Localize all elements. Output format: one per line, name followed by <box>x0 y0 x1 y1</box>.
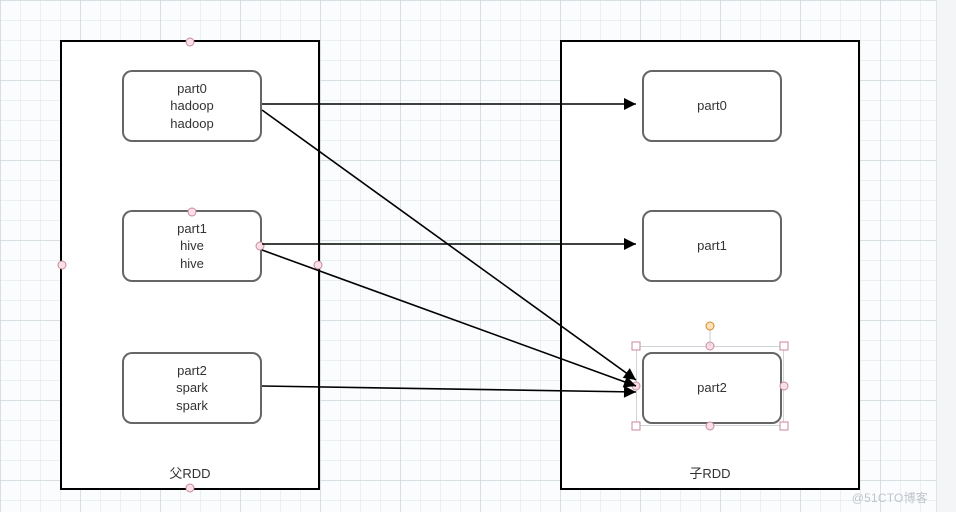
child-rdd-label: 子RDD <box>562 463 858 482</box>
partition-line: part1 <box>177 220 207 238</box>
parent-rdd-label: 父RDD <box>62 463 318 482</box>
partition-label: part2 <box>697 379 727 397</box>
resize-handle[interactable] <box>186 484 195 493</box>
partition-line: part0 <box>177 80 207 98</box>
child-partition-part1[interactable]: part1 <box>642 210 782 282</box>
page-gutter <box>936 0 956 512</box>
selection-handle[interactable] <box>632 382 641 391</box>
resize-handle[interactable] <box>188 208 197 217</box>
child-partition-part0[interactable]: part0 <box>642 70 782 142</box>
partition-label: part0 <box>697 97 727 115</box>
selection-handle[interactable] <box>706 422 715 431</box>
parent-rdd-container[interactable]: part0 hadoop hadoop part1 hive hive part… <box>60 40 320 490</box>
partition-line: hive <box>180 255 204 273</box>
resize-handle[interactable] <box>256 242 265 251</box>
partition-line: hadoop <box>170 97 213 115</box>
child-partition-part2[interactable]: part2 <box>642 352 782 424</box>
parent-partition-part2[interactable]: part2 spark spark <box>122 352 262 424</box>
parent-partition-part1[interactable]: part1 hive hive <box>122 210 262 282</box>
partition-line: spark <box>176 397 208 415</box>
selection-handle[interactable] <box>780 382 789 391</box>
selection-handle[interactable] <box>632 342 641 351</box>
resize-handle[interactable] <box>58 261 67 270</box>
selection-handle[interactable] <box>632 422 641 431</box>
partition-line: hive <box>180 237 204 255</box>
resize-handle[interactable] <box>314 261 323 270</box>
partition-line: part2 <box>177 362 207 380</box>
partition-line: spark <box>176 379 208 397</box>
parent-partition-part0[interactable]: part0 hadoop hadoop <box>122 70 262 142</box>
resize-handle[interactable] <box>186 38 195 47</box>
selection-handle[interactable] <box>780 342 789 351</box>
watermark: @51CTO博客 <box>852 489 928 506</box>
rotate-handle[interactable] <box>706 322 715 331</box>
partition-label: part1 <box>697 237 727 255</box>
selection-handle[interactable] <box>780 422 789 431</box>
partition-line: hadoop <box>170 115 213 133</box>
